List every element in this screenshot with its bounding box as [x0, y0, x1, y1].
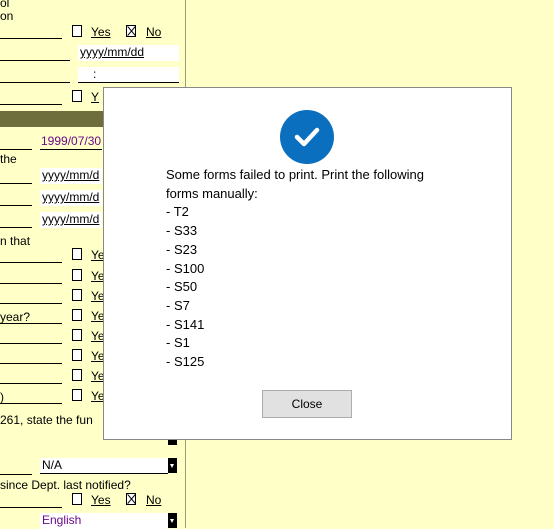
- yes-checkbox[interactable]: [72, 369, 82, 381]
- yes-checkbox[interactable]: [72, 493, 82, 505]
- yes-checkbox[interactable]: [72, 248, 82, 260]
- form-text-fragment: on: [0, 9, 14, 23]
- input-line[interactable]: [0, 104, 62, 105]
- yes-label: Yes: [91, 493, 111, 507]
- input-line[interactable]: [40, 149, 102, 150]
- no-checkbox[interactable]: [126, 25, 136, 37]
- input-line[interactable]: [0, 227, 32, 228]
- language-select[interactable]: English: [40, 513, 168, 529]
- input-line[interactable]: [0, 60, 70, 61]
- form-list-item: - S23: [166, 241, 198, 257]
- form-list-item: - S33: [166, 223, 198, 239]
- date-field[interactable]: yyyy/mm/d: [40, 212, 102, 228]
- dialog-message: Some forms failed to print. Print the fo…: [166, 166, 466, 372]
- yes-checkbox[interactable]: [72, 289, 82, 301]
- input-line[interactable]: [0, 303, 62, 304]
- yes-checkbox[interactable]: [72, 349, 82, 361]
- input-line[interactable]: [0, 82, 70, 83]
- form-list-item: - S50: [166, 279, 198, 295]
- na-select[interactable]: N/A: [40, 458, 168, 474]
- date-field[interactable]: yyyy/mm/d: [40, 190, 102, 206]
- input-line[interactable]: [0, 283, 62, 284]
- close-button[interactable]: Close: [262, 390, 352, 418]
- no-label: No: [146, 493, 162, 507]
- time-field[interactable]: :: [78, 67, 179, 83]
- yes-label: Yes: [91, 25, 111, 39]
- input-line[interactable]: [0, 183, 32, 184]
- form-list-item: - S100: [166, 260, 205, 276]
- yes-checkbox[interactable]: [72, 90, 82, 102]
- input-line[interactable]: [0, 323, 62, 324]
- input-line[interactable]: [0, 38, 62, 39]
- date-value: 1999/07/30: [41, 134, 102, 148]
- message-line: forms manually:: [166, 185, 258, 201]
- input-line[interactable]: [0, 262, 62, 263]
- yes-checkbox[interactable]: [72, 309, 82, 321]
- no-label: No: [146, 25, 162, 39]
- message-line: Some forms failed to print. Print the fo…: [166, 167, 424, 182]
- form-text-fragment: year?: [0, 310, 31, 324]
- form-text-fragment: the: [0, 152, 17, 166]
- yes-label: Y: [91, 90, 100, 104]
- yes-checkbox[interactable]: [72, 389, 82, 401]
- form-list-item: - S1: [166, 335, 190, 351]
- form-list-item: - T2: [166, 204, 189, 220]
- input-line[interactable]: [0, 474, 32, 475]
- form-text-fragment: n that: [0, 234, 31, 248]
- date-field[interactable]: yyyy/mm/dd: [78, 45, 179, 61]
- input-line[interactable]: [0, 363, 62, 364]
- print-error-dialog: Some forms failed to print. Print the fo…: [103, 87, 512, 440]
- date-field[interactable]: yyyy/mm/d: [40, 168, 102, 184]
- input-line[interactable]: [0, 343, 62, 344]
- input-line[interactable]: [0, 403, 62, 404]
- dropdown-arrow-icon[interactable]: [168, 458, 177, 473]
- form-list-item: - S7: [166, 297, 190, 313]
- yes-checkbox[interactable]: [72, 329, 82, 341]
- checkmark-icon: [280, 110, 334, 164]
- yes-checkbox[interactable]: [72, 269, 82, 281]
- input-line[interactable]: [0, 383, 62, 384]
- yes-checkbox[interactable]: [72, 25, 82, 37]
- no-checkbox[interactable]: [126, 493, 136, 505]
- input-line[interactable]: [0, 205, 32, 206]
- form-text-fragment: 261, state the fun: [0, 413, 93, 427]
- form-list-item: - S125: [166, 354, 205, 370]
- form-text-fragment: ): [0, 390, 4, 404]
- form-list-item: - S141: [166, 316, 205, 332]
- dropdown-arrow-icon[interactable]: [168, 513, 177, 528]
- input-line[interactable]: [0, 507, 62, 508]
- input-line[interactable]: [0, 149, 32, 150]
- form-text-fragment: since Dept. last notified?: [0, 478, 131, 492]
